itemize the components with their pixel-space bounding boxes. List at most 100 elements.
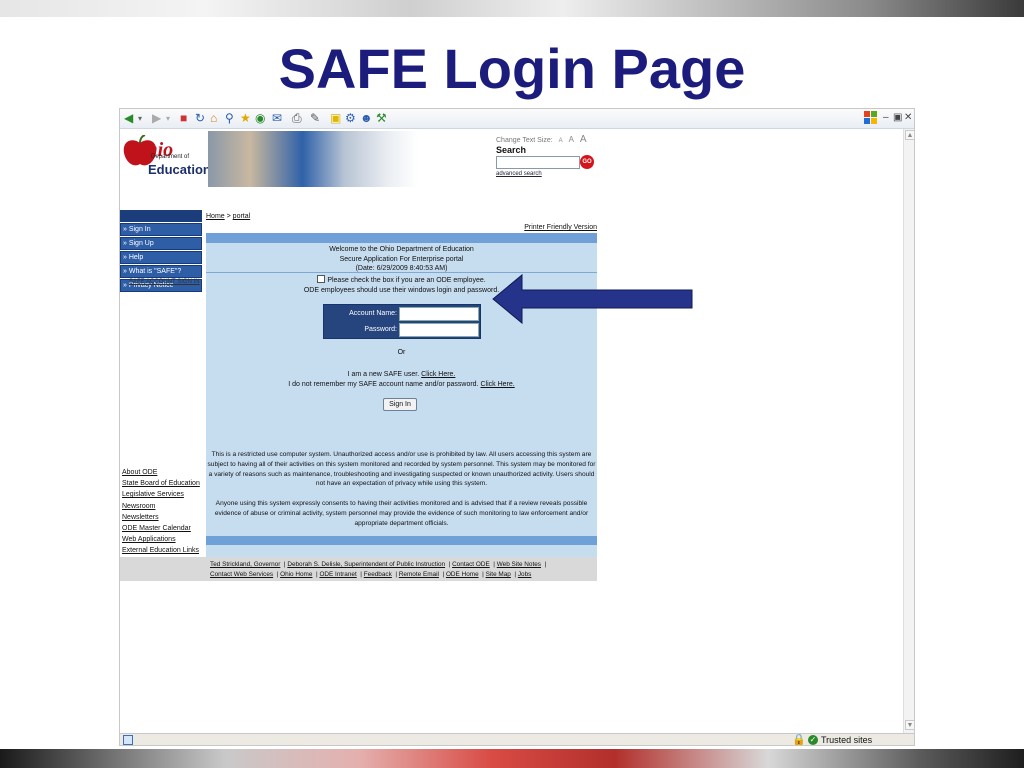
- refresh-icon[interactable]: ↻: [195, 111, 205, 126]
- welcome-text: Welcome to the Ohio Department of Educat…: [206, 245, 597, 274]
- scroll-up-icon[interactable]: ▲: [905, 130, 914, 140]
- text-size-small[interactable]: A: [559, 138, 563, 144]
- browser-toolbar: ◀ ▾ ▶ ▾ ■ ↻ ⌂ ⚲ ★ ◉ ✉ ⎙ ✎ ▣ ⚙ ☻ ⚒ – ▣ ✕: [120, 109, 914, 129]
- history-icon[interactable]: ◉: [255, 111, 265, 126]
- restore-icon[interactable]: ▣: [893, 110, 902, 126]
- security-zone-text: Trusted sites: [821, 735, 873, 745]
- side-link-state-board[interactable]: State Board of Education: [122, 478, 204, 489]
- footer-link-web-site-notes[interactable]: Web Site Notes: [497, 561, 541, 568]
- forgot-link[interactable]: Click Here.: [480, 381, 514, 388]
- stop-icon[interactable]: ■: [180, 111, 187, 126]
- forgot-text: I do not remember my SAFE account name a…: [288, 381, 479, 388]
- advanced-search-link[interactable]: advanced search: [496, 171, 542, 177]
- side-link-newsroom[interactable]: Newsroom: [122, 501, 204, 512]
- search-input[interactable]: [496, 156, 580, 169]
- left-nav-header-bar: [120, 210, 202, 222]
- logo-department-text: Department of: [151, 154, 190, 160]
- nav-what-is-safe[interactable]: » What is "SAFE"?: [120, 265, 202, 278]
- breadcrumb-home[interactable]: Home: [206, 213, 225, 220]
- ode-employee-checkbox[interactable]: [317, 275, 326, 283]
- breadcrumb-separator: >: [224, 213, 233, 220]
- nav-sign-in[interactable]: » Sign In: [120, 223, 202, 236]
- research-icon[interactable]: ⚙: [345, 111, 356, 126]
- text-size-control: Change Text Size: A A A: [496, 134, 587, 145]
- welcome-line-2: Secure Application For Enterprise portal: [339, 255, 464, 263]
- login-form: Account Name: Password:: [323, 304, 481, 339]
- sign-in-button[interactable]: Sign In: [383, 398, 417, 411]
- home-icon[interactable]: ⌂: [210, 111, 217, 126]
- password-input[interactable]: [399, 323, 479, 337]
- logo-education-text: Education: [148, 162, 211, 177]
- forward-icon[interactable]: ▶: [152, 111, 161, 126]
- search-icon[interactable]: ⚲: [225, 111, 234, 126]
- breadcrumb-portal[interactable]: portal: [233, 213, 251, 220]
- footer-link-ode-home[interactable]: ODE Home: [446, 571, 479, 578]
- side-links: About ODE State Board of Education Legis…: [122, 467, 204, 557]
- site-header: Ohio Department of Education Change Text…: [120, 129, 597, 189]
- account-name-input[interactable]: [399, 307, 479, 321]
- footer-link-ohio-home[interactable]: Ohio Home: [280, 571, 312, 578]
- nav-sign-up[interactable]: » Sign Up: [120, 237, 202, 250]
- discuss-icon[interactable]: ▣: [330, 111, 341, 126]
- footer-link-governor[interactable]: Ted Strickland, Governor: [210, 561, 280, 568]
- footer-link-contact-web-services[interactable]: Contact Web Services: [210, 571, 273, 578]
- safe-account-sign-in-link[interactable]: SAFE ACCOUNT SIGN IN: [129, 279, 200, 285]
- footer-link-superintendent[interactable]: Deborah S. Delisle, Superintendent of Pu…: [287, 561, 445, 568]
- footer-row-2: Contact Web Services | Ohio Home | ODE I…: [210, 571, 532, 578]
- page-status-icon: [123, 735, 133, 745]
- mail-icon[interactable]: ✉: [272, 111, 282, 126]
- back-icon[interactable]: ◀: [124, 111, 133, 126]
- site-footer: Ted Strickland, Governor | Deborah S. De…: [120, 557, 597, 581]
- favorites-icon[interactable]: ★: [240, 111, 251, 126]
- nav-help[interactable]: » Help: [120, 251, 202, 264]
- footer-link-jobs[interactable]: Jobs: [518, 571, 532, 578]
- trusted-sites-icon: ✓: [808, 735, 818, 745]
- scroll-down-icon[interactable]: ▼: [905, 720, 914, 730]
- disclaimer-text: This is a restricted use computer system…: [207, 451, 596, 488]
- printer-friendly-row: Printer Friendly Version: [206, 223, 597, 233]
- printer-friendly-link[interactable]: Printer Friendly Version: [524, 224, 597, 231]
- side-link-external-education[interactable]: External Education Links: [122, 545, 204, 556]
- footer-link-ode-intranet[interactable]: ODE Intranet: [319, 571, 356, 578]
- page-viewport: Ohio Department of Education Change Text…: [120, 129, 903, 733]
- messenger-icon[interactable]: ☻: [360, 111, 373, 126]
- side-link-web-applications[interactable]: Web Applications: [122, 534, 204, 545]
- safe-account-sign-in[interactable]: SAFE ACCOUNT SIGN IN: [120, 279, 202, 285]
- back-dropdown-icon[interactable]: ▾: [138, 111, 142, 126]
- minimize-icon[interactable]: –: [883, 110, 889, 126]
- header-photo: [208, 131, 418, 187]
- footer-row-1: Ted Strickland, Governor | Deborah S. De…: [210, 561, 547, 568]
- lock-icon: 🔒: [792, 734, 806, 746]
- forward-dropdown-icon[interactable]: ▾: [166, 111, 170, 126]
- edit-icon[interactable]: ✎: [310, 111, 320, 126]
- slide-bottom-band: [0, 749, 1024, 768]
- main-bottom-strip: [206, 536, 597, 545]
- windows-logo-icon: [864, 111, 877, 124]
- side-link-about-ode[interactable]: About ODE: [122, 467, 204, 478]
- text-size-medium[interactable]: A: [569, 135, 574, 144]
- tools-icon[interactable]: ⚒: [376, 111, 387, 126]
- side-link-legislative[interactable]: Legislative Services: [122, 489, 204, 500]
- footer-link-feedback[interactable]: Feedback: [364, 571, 392, 578]
- new-user-link[interactable]: Click Here.: [421, 371, 455, 378]
- account-name-label: Account Name:: [349, 310, 397, 317]
- search-go-button[interactable]: GO: [580, 155, 594, 169]
- new-user-text: I am a new SAFE user.: [347, 371, 420, 378]
- ode-employee-label: Please check the box if you are an ODE e…: [327, 277, 486, 284]
- close-icon[interactable]: ✕: [904, 110, 912, 126]
- side-link-newsletters[interactable]: Newsletters: [122, 512, 204, 523]
- side-link-master-calendar[interactable]: ODE Master Calendar: [122, 523, 204, 534]
- new-user-block: I am a new SAFE user. Click Here. I do n…: [206, 370, 597, 390]
- print-icon[interactable]: ⎙: [292, 111, 302, 126]
- footer-link-site-map[interactable]: Site Map: [486, 571, 511, 578]
- text-size-large[interactable]: A: [580, 134, 587, 145]
- slide-top-band: [0, 0, 1024, 17]
- footer-link-remote-email[interactable]: Remote Email: [399, 571, 439, 578]
- browser-window: ◀ ▾ ▶ ▾ ■ ↻ ⌂ ⚲ ★ ◉ ✉ ⎙ ✎ ▣ ⚙ ☻ ⚒ – ▣ ✕ …: [119, 108, 915, 746]
- vertical-scrollbar[interactable]: ▲ ▼: [903, 129, 914, 733]
- annotation-arrow-icon: [492, 273, 693, 325]
- footer-link-contact-ode[interactable]: Contact ODE: [452, 561, 490, 568]
- search-label: Search: [496, 145, 527, 155]
- password-label: Password:: [364, 326, 397, 333]
- disclaimer-monitoring-text: Anyone using this system expressly conse…: [214, 500, 589, 527]
